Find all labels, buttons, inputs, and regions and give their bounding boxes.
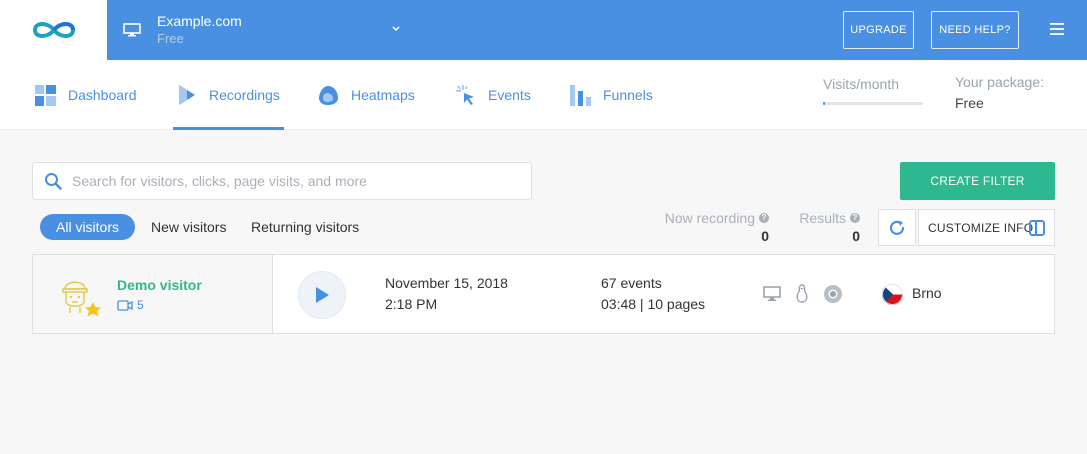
duration-pages: 03:48 | 10 pages <box>601 296 706 312</box>
czech-flag-icon <box>882 284 903 305</box>
events-icon <box>456 84 474 105</box>
nav-funnels-label: Funnels <box>603 87 653 103</box>
main-nav: Dashboard Recordings Heatmaps Events Fun… <box>0 60 1087 130</box>
funnels-icon <box>570 84 591 106</box>
results-label: Results <box>799 210 846 226</box>
visits-progress-bar <box>823 102 923 105</box>
customize-info-button[interactable]: CUSTOMIZE INFO <box>918 209 1055 246</box>
customize-info-label: CUSTOMIZE INFO <box>928 220 1034 235</box>
event-count: 67 events <box>601 275 662 291</box>
nav-recordings-label: Recordings <box>209 87 280 103</box>
package-label: Your package: <box>955 74 1044 90</box>
city: Brno <box>912 285 942 301</box>
visitor-cell[interactable]: Demo visitor 5 <box>33 255 273 333</box>
site-plan: Free <box>157 31 184 46</box>
chrome-icon <box>824 285 842 303</box>
nav-funnels[interactable]: Funnels <box>570 60 653 130</box>
site-selector[interactable]: Example.com Free <box>123 10 413 50</box>
video-camera-icon <box>117 299 133 311</box>
logo[interactable] <box>0 0 107 60</box>
table-row[interactable]: Demo visitor 5 November 15, 2018 2:18 PM… <box>32 254 1055 334</box>
results-stat: Results ? 0 <box>790 210 860 244</box>
nav-events-label: Events <box>488 87 531 103</box>
hamburger-menu-icon[interactable] <box>1049 22 1065 36</box>
segment-new-visitors[interactable]: New visitors <box>151 214 226 240</box>
visits-progress-fill <box>823 102 825 105</box>
recordings-icon <box>179 85 195 105</box>
help-icon[interactable]: ? <box>850 213 860 223</box>
now-recording-stat: Now recording ? 0 <box>663 210 769 244</box>
recording-date: November 15, 2018 <box>385 275 508 291</box>
segment-all-visitors[interactable]: All visitors <box>40 214 136 240</box>
play-recording-button[interactable] <box>298 271 346 319</box>
chevron-down-icon <box>392 26 400 32</box>
visitor-name[interactable]: Demo visitor <box>117 277 202 293</box>
linux-icon <box>796 284 808 303</box>
need-help-button[interactable]: NEED HELP? <box>931 11 1019 49</box>
visitor-avatar-icon <box>62 281 101 317</box>
monitor-icon <box>123 23 141 37</box>
recording-count: 5 <box>117 298 144 312</box>
nav-heatmaps-label: Heatmaps <box>351 87 415 103</box>
recording-count-value: 5 <box>137 298 144 312</box>
nav-dashboard-label: Dashboard <box>68 87 137 103</box>
now-recording-label: Now recording <box>664 210 755 226</box>
package-info: Your package: Free <box>955 74 1044 111</box>
nav-events[interactable]: Events <box>456 60 531 130</box>
create-filter-button[interactable]: CREATE FILTER <box>900 162 1055 200</box>
top-bar: Example.com Free UPGRADE NEED HELP? <box>0 0 1087 60</box>
nav-recordings[interactable]: Recordings <box>173 60 284 130</box>
desktop-icon <box>763 286 781 301</box>
search-box[interactable] <box>32 162 532 200</box>
upgrade-button[interactable]: UPGRADE <box>843 11 914 49</box>
nav-heatmaps[interactable]: Heatmaps <box>318 60 415 130</box>
search-input[interactable] <box>72 173 512 189</box>
results-value: 0 <box>852 228 860 244</box>
help-icon[interactable]: ? <box>759 213 769 223</box>
search-icon <box>45 173 62 190</box>
infinity-logo-icon <box>32 22 75 38</box>
play-icon <box>316 287 329 303</box>
site-name: Example.com <box>157 13 242 29</box>
columns-icon <box>1029 220 1045 236</box>
heatmaps-icon <box>319 85 338 105</box>
segment-returning-visitors[interactable]: Returning visitors <box>251 214 359 240</box>
package-value: Free <box>955 95 984 111</box>
nav-dashboard[interactable]: Dashboard <box>35 60 137 130</box>
visits-per-month: Visits/month <box>823 76 923 105</box>
visits-label: Visits/month <box>823 76 899 92</box>
dashboard-icon <box>35 84 56 106</box>
refresh-icon <box>889 220 905 235</box>
now-recording-value: 0 <box>761 228 769 244</box>
refresh-button[interactable] <box>878 209 916 246</box>
recording-time: 2:18 PM <box>385 296 438 312</box>
